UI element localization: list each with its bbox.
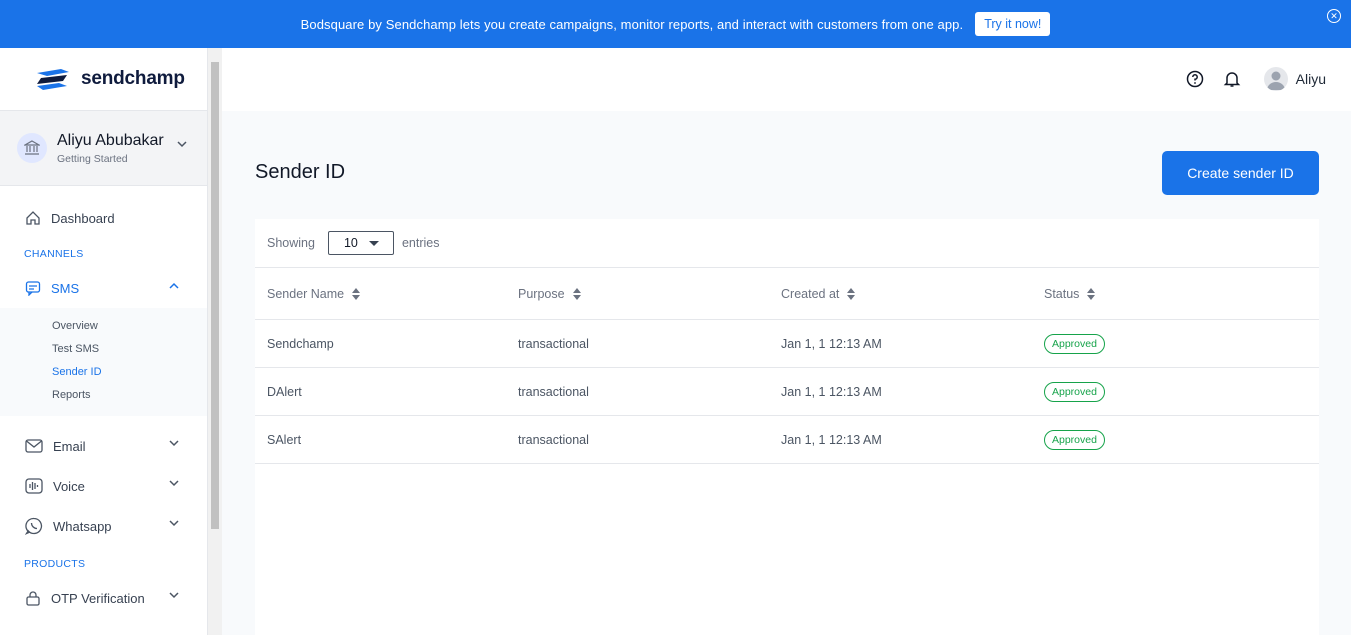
- home-icon: [26, 211, 40, 225]
- sort-icon: [847, 287, 856, 300]
- sender-id-table: Sender Name Purpose Created at Status Se…: [255, 267, 1319, 464]
- entries-label: entries: [401, 236, 440, 250]
- message-icon: [25, 281, 41, 296]
- table-row[interactable]: SAlert transactional Jan 1, 1 12:13 AM A…: [255, 415, 1319, 464]
- sidebar-item-whatsapp[interactable]: Whatsapp: [0, 506, 207, 546]
- column-status[interactable]: Status: [1044, 287, 1096, 301]
- sidebar-item-sms[interactable]: SMS: [0, 268, 207, 308]
- status-badge: Approved: [1044, 429, 1105, 450]
- mail-icon: [25, 439, 43, 453]
- cell-purpose: transactional: [518, 319, 781, 368]
- sidebar-item-label: Email: [53, 438, 86, 454]
- voice-icon: [25, 478, 43, 494]
- subnav-reports[interactable]: Reports: [0, 383, 207, 406]
- banner-text: Bodsquare by Sendchamp lets you create c…: [300, 16, 964, 32]
- user-avatar[interactable]: [1263, 67, 1288, 91]
- account-switcher[interactable]: Aliyu Abubakar Getting Started: [0, 111, 207, 186]
- column-label: Sender Name: [267, 286, 345, 301]
- sort-icon: [572, 287, 581, 300]
- cell-created-at: Jan 1, 1 12:13 AM: [781, 367, 1044, 416]
- sidebar-item-otp-verification[interactable]: OTP Verification: [0, 578, 207, 618]
- showing-label: Showing: [267, 236, 315, 250]
- column-label: Purpose: [518, 286, 565, 301]
- chevron-down-icon: [169, 480, 179, 487]
- sidebar-scrollbar[interactable]: [208, 48, 222, 635]
- bell-icon[interactable]: [1222, 69, 1242, 89]
- account-subtitle: Getting Started: [57, 152, 128, 165]
- subnav-test-sms[interactable]: Test SMS: [0, 337, 207, 360]
- chevron-down-icon: [177, 141, 187, 148]
- column-sender-name[interactable]: Sender Name: [267, 287, 361, 301]
- cell-sender-name: SAlert: [255, 415, 518, 464]
- table-row[interactable]: DAlert transactional Jan 1, 1 12:13 AM A…: [255, 367, 1319, 416]
- cell-purpose: transactional: [518, 415, 781, 464]
- table-row[interactable]: Sendchamp transactional Jan 1, 1 12:13 A…: [255, 319, 1319, 368]
- subnav-sender-id[interactable]: Sender ID: [0, 360, 207, 383]
- scrollbar-thumb[interactable]: [211, 62, 219, 529]
- sender-id-table-card: Showing 10 entries Sender Name Purpose C…: [255, 219, 1319, 635]
- caret-down-icon: [368, 241, 379, 246]
- sidebar-item-dashboard[interactable]: Dashboard: [0, 198, 207, 238]
- logo[interactable]: sendchamp: [0, 48, 207, 111]
- user-name[interactable]: Aliyu: [1296, 71, 1326, 87]
- products-heading: PRODUCTS: [24, 558, 86, 570]
- chevron-up-icon: [169, 282, 179, 289]
- promo-banner: Bodsquare by Sendchamp lets you create c…: [0, 0, 1351, 48]
- column-label: Created at: [781, 286, 840, 301]
- channels-heading: CHANNELS: [24, 248, 84, 260]
- cell-purpose: transactional: [518, 367, 781, 416]
- cell-created-at: Jan 1, 1 12:13 AM: [781, 415, 1044, 464]
- status-badge: Approved: [1044, 381, 1105, 402]
- top-header: Aliyu: [222, 48, 1351, 111]
- page-size-select[interactable]: 10: [327, 231, 394, 255]
- account-name: Aliyu Abubakar: [57, 131, 164, 149]
- subnav-overview[interactable]: Overview: [0, 314, 207, 337]
- help-icon[interactable]: [1185, 69, 1205, 89]
- page-title: Sender ID: [255, 161, 346, 183]
- cell-created-at: Jan 1, 1 12:13 AM: [781, 319, 1044, 368]
- sendchamp-logo-icon: [37, 69, 69, 90]
- create-sender-id-button[interactable]: Create sender ID: [1162, 151, 1319, 195]
- column-purpose[interactable]: Purpose: [518, 287, 582, 301]
- sidebar-item-label: OTP Verification: [51, 590, 145, 606]
- column-label: Status: [1044, 286, 1080, 301]
- sort-icon: [352, 287, 361, 300]
- chevron-down-icon: [169, 440, 179, 447]
- sms-submenu: Overview Test SMS Sender ID Reports: [0, 308, 207, 416]
- sidebar-item-label: Voice: [53, 478, 85, 494]
- lock-icon: [26, 591, 40, 606]
- sidebar-item-label: Whatsapp: [53, 518, 112, 534]
- sidebar-item-label: Dashboard: [51, 210, 115, 226]
- cell-sender-name: Sendchamp: [255, 319, 518, 368]
- sidebar-item-label: SMS: [51, 280, 80, 296]
- page-size-value: 10: [343, 236, 358, 250]
- sort-icon: [1087, 287, 1096, 300]
- column-created-at[interactable]: Created at: [781, 287, 856, 301]
- status-badge: Approved: [1044, 333, 1105, 354]
- whatsapp-icon: [25, 517, 43, 535]
- close-banner-icon[interactable]: ✕: [1327, 9, 1341, 23]
- cell-sender-name: DAlert: [255, 367, 518, 416]
- chevron-down-icon: [169, 520, 179, 527]
- brand-name: sendchamp: [81, 68, 185, 89]
- table-header-row: Sender Name Purpose Created at Status: [255, 267, 1319, 320]
- try-it-now-button[interactable]: Try it now!: [975, 12, 1051, 36]
- chevron-down-icon: [169, 592, 179, 599]
- sidebar: sendchamp Aliyu Abubakar Getting Started…: [0, 48, 208, 635]
- sidebar-item-email[interactable]: Email: [0, 426, 207, 466]
- bank-icon: [17, 133, 47, 163]
- page-size-control: Showing 10 entries: [267, 231, 439, 255]
- sidebar-item-voice[interactable]: Voice: [0, 466, 207, 506]
